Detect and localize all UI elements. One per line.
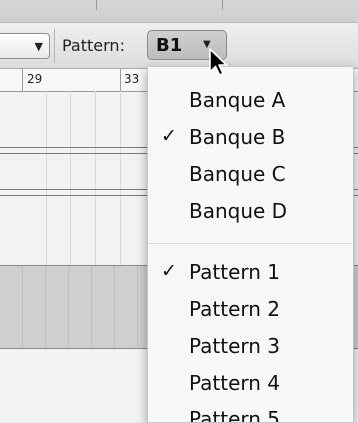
menu-item-label: Banque C <box>189 162 286 186</box>
menu-item-label: Banque A <box>189 88 286 112</box>
menu-item-banque-a[interactable]: Banque A <box>148 82 353 119</box>
pattern-dropdown-menu: Banque A ✓ Banque B Banque C Banque D ✓ … <box>147 67 354 423</box>
menu-item-label: Pattern 3 <box>189 334 281 358</box>
ruler-tick <box>120 69 121 91</box>
menu-item-label: Banque B <box>189 125 286 149</box>
grid-line <box>46 91 47 265</box>
ruler-mark: 33 <box>124 72 140 86</box>
chevron-down-icon: ▼ <box>34 40 43 53</box>
toolbar: ▼ Pattern: B1 ▼ <box>0 23 358 69</box>
mouse-pointer-icon <box>209 48 228 76</box>
menu-item-pattern-3[interactable]: Pattern 3 <box>148 328 353 365</box>
menu-divider <box>148 243 353 244</box>
menu-item-banque-b[interactable]: ✓ Banque B <box>148 119 353 156</box>
menu-item-banque-c[interactable]: Banque C <box>148 156 353 193</box>
top-toolbar-strip <box>0 0 358 23</box>
menu-item-label: Pattern 5 <box>189 407 281 423</box>
pattern-label: Pattern: <box>62 36 125 55</box>
menu-item-label: Banque D <box>189 199 288 223</box>
ruler-tick <box>22 69 23 91</box>
strip-separator <box>96 0 97 10</box>
menu-item-label: Pattern 1 <box>189 260 281 284</box>
grid-line <box>70 91 71 265</box>
strip-separator <box>222 0 223 10</box>
left-popup-button[interactable]: ▼ <box>0 33 50 59</box>
pattern-popup-value: B1 <box>156 35 183 56</box>
checkmark-icon: ✓ <box>161 260 177 282</box>
toolbar-divider <box>54 29 55 63</box>
menu-item-pattern-1[interactable]: ✓ Pattern 1 <box>148 254 353 291</box>
ruler-mark: 29 <box>27 72 43 86</box>
menu-item-pattern-5[interactable]: Pattern 5 <box>148 387 353 423</box>
grid-line <box>120 91 121 265</box>
checkmark-icon: ✓ <box>161 125 177 147</box>
menu-item-label: Pattern 2 <box>189 297 281 321</box>
menu-item-pattern-2[interactable]: Pattern 2 <box>148 291 353 328</box>
grid-line <box>95 91 96 265</box>
menu-item-banque-d[interactable]: Banque D <box>148 193 353 230</box>
